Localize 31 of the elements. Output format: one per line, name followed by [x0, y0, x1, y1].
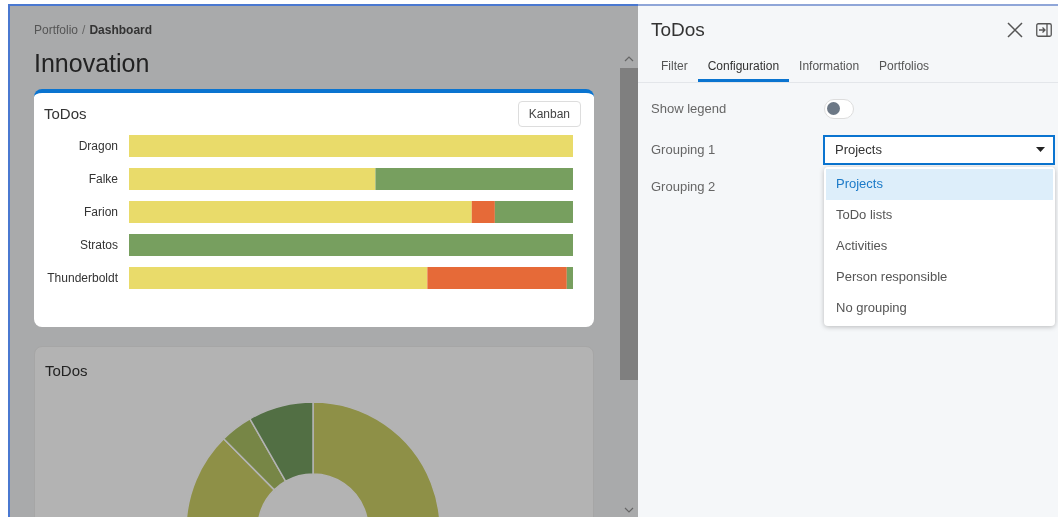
dropdown-option[interactable]: ToDo lists	[826, 199, 1053, 231]
dropdown-option[interactable]: Projects	[826, 168, 1053, 200]
bar-label: Dragon	[77, 138, 119, 155]
dropdown-option[interactable]: Person responsible	[826, 261, 1053, 293]
dropdown-option[interactable]: No grouping	[826, 292, 1053, 324]
dropdown-option[interactable]: Activities	[826, 230, 1053, 262]
field-label: Show legend	[651, 99, 728, 118]
breadcrumb-separator: /	[82, 22, 86, 39]
panel-title: ToDos	[651, 18, 705, 42]
bar-label: Falke	[87, 171, 119, 188]
breadcrumb-current: Dashboard	[89, 22, 153, 39]
page-title: Innovation	[34, 51, 151, 76]
caret-icon	[1036, 147, 1045, 152]
scroll-down-icon[interactable]	[624, 507, 634, 513]
select-field[interactable]: Projects	[823, 134, 1055, 165]
scroll-up-icon[interactable]	[624, 56, 634, 62]
tab[interactable]: Portfolios	[869, 56, 940, 82]
field-label: Grouping 1	[651, 140, 717, 159]
tab[interactable]: Information	[789, 56, 870, 82]
card-title: ToDos	[44, 103, 87, 124]
tab[interactable]: Configuration	[697, 56, 790, 82]
tab[interactable]: Filter	[651, 56, 698, 82]
bar-label: Farion	[83, 204, 119, 221]
panel-collapse-icon[interactable]	[1036, 23, 1052, 38]
field-label: Grouping 2	[651, 177, 717, 196]
bar-label: Stratos	[79, 237, 119, 254]
toggle-switch[interactable]	[824, 98, 854, 119]
bar-label: Thunderboldt	[46, 270, 119, 287]
close-icon[interactable]	[1007, 22, 1023, 39]
kanban-button[interactable]: Kanban	[517, 101, 581, 127]
card-title: ToDos	[45, 362, 88, 379]
